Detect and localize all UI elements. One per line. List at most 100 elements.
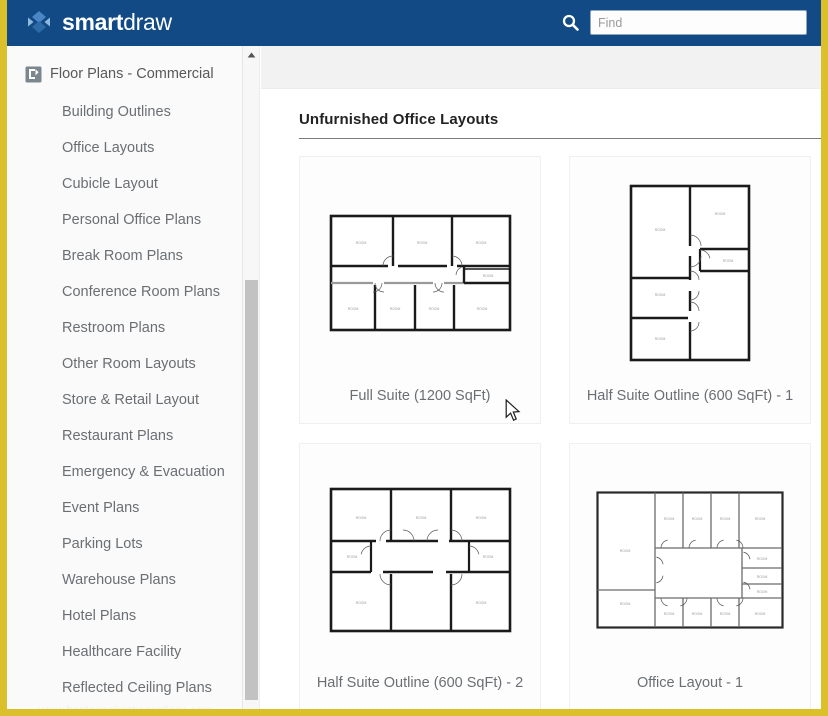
search-area: [562, 10, 807, 35]
sidebar-item[interactable]: Restroom Plans: [7, 310, 242, 346]
sidebar-item-label: Break Room Plans: [62, 248, 183, 264]
svg-text:ROOM: ROOM: [355, 601, 366, 605]
category-sidebar: Floor Plans - Commercial Building Outlin…: [7, 46, 243, 709]
svg-text:ROOM: ROOM: [346, 555, 357, 559]
sidebar-item-label: Store & Retail Layout: [62, 392, 200, 408]
content-toolbar: [261, 46, 821, 89]
sidebar-item-label: Other Room Layouts: [62, 356, 196, 372]
svg-text:ROOM: ROOM: [757, 575, 768, 579]
svg-text:ROOM: ROOM: [757, 557, 768, 561]
search-input[interactable]: [590, 10, 807, 35]
sidebar-item[interactable]: Office Layouts: [7, 130, 242, 166]
template-card-label: Half Suite Outline (600 SqFt) - 2: [316, 675, 524, 691]
brand-wordmark: smartdraw: [62, 8, 172, 36]
svg-text:ROOM: ROOM: [720, 517, 731, 521]
sidebar-scrollbar-thumb[interactable]: [245, 280, 258, 700]
template-card[interactable]: ROOM ROOM ROOM ROOM ROOM ROOM ROOM Half Suite O…: [299, 443, 541, 709]
brand-wordmark-light: draw: [123, 9, 172, 35]
sidebar-item-label: Restroom Plans: [62, 320, 166, 336]
svg-text:ROOM: ROOM: [723, 259, 734, 263]
template-card[interactable]: ROOM ROOM ROOM ROOM ROOM ROOM ROOM ROOM ROOM ROOM…: [569, 443, 811, 709]
main-content: Unfurnished Office Layouts ROOM ROOM ROOM R…: [261, 46, 821, 709]
sidebar-item[interactable]: Store & Retail Layout: [7, 382, 242, 418]
template-card-label: Office Layout - 1: [636, 675, 744, 691]
svg-text:ROOM: ROOM: [620, 549, 631, 553]
sidebar-item[interactable]: Break Room Plans: [7, 238, 242, 274]
sidebar-item[interactable]: Restaurant Plans: [7, 418, 242, 454]
svg-text:ROOM: ROOM: [655, 293, 666, 297]
floorplan-office-layout-1-icon: ROOM ROOM ROOM ROOM ROOM ROOM ROOM ROOM ROOM ROOM…: [570, 444, 810, 675]
svg-text:ROOM: ROOM: [692, 517, 703, 521]
sidebar-item[interactable]: Emergency & Evacuation: [7, 454, 242, 490]
template-grid: ROOM ROOM ROOM ROOM ROOM ROOM ROOM ROOM Full Sui…: [299, 156, 821, 709]
svg-text:ROOM: ROOM: [620, 602, 631, 606]
svg-text:ROOM: ROOM: [428, 307, 439, 311]
svg-text:ROOM: ROOM: [475, 516, 486, 520]
brand-wordmark-bold: smart: [62, 9, 124, 35]
sidebar-item[interactable]: Conference Room Plans: [7, 274, 242, 310]
sidebar-item[interactable]: Event Plans: [7, 490, 242, 526]
sidebar-root-category[interactable]: Floor Plans - Commercial: [7, 46, 242, 88]
svg-text:ROOM: ROOM: [355, 516, 366, 520]
sidebar-item[interactable]: Personal Office Plans: [7, 202, 242, 238]
sidebar-item[interactable]: Parking Lots: [7, 526, 242, 562]
search-icon[interactable]: [562, 14, 579, 31]
sidebar-item[interactable]: Reflected Ceiling Plans: [7, 670, 242, 706]
sidebar-item-label: Conference Room Plans: [62, 284, 220, 300]
svg-text:ROOM: ROOM: [715, 212, 726, 216]
sidebar-item[interactable]: Cubicle Layout: [7, 166, 242, 202]
svg-text:ROOM: ROOM: [720, 612, 731, 616]
svg-text:ROOM: ROOM: [476, 307, 487, 311]
smartdraw-diamond-logo-icon: [28, 11, 50, 33]
svg-text:ROOM: ROOM: [664, 612, 675, 616]
app-header: smartdraw: [7, 0, 821, 46]
sidebar-scrollbar[interactable]: [243, 46, 260, 709]
sidebar-item[interactable]: Hotel Plans: [7, 598, 242, 634]
svg-text:ROOM: ROOM: [482, 555, 493, 559]
scroll-up-arrow-icon[interactable]: [243, 46, 259, 63]
svg-text:ROOM: ROOM: [692, 612, 703, 616]
svg-text:ROOM: ROOM: [755, 517, 766, 521]
sidebar-item[interactable]: Other Room Layouts: [7, 346, 242, 382]
section-divider: [299, 138, 821, 139]
sidebar-root-label: Floor Plans - Commercial: [50, 66, 214, 82]
svg-text:ROOM: ROOM: [655, 337, 666, 341]
template-card-label: Half Suite Outline (600 SqFt) - 1: [586, 388, 794, 404]
floor-plan-folder-icon: [25, 66, 42, 82]
svg-text:ROOM: ROOM: [655, 228, 666, 232]
sidebar-item-label: Personal Office Plans: [62, 212, 202, 228]
svg-text:ROOM: ROOM: [389, 307, 400, 311]
sidebar-item-list: Building Outlines Office Layouts Cubicle L…: [7, 88, 242, 706]
floorplan-half-suite-1-icon: ROOM ROOM ROOM ROOM ROOM: [570, 157, 810, 388]
sidebar-item-label: Healthcare Facility: [62, 644, 182, 660]
sidebar-item[interactable]: Building Outlines: [7, 94, 242, 130]
sidebar-item-label: Warehouse Plans: [62, 572, 176, 588]
sidebar-item-label: Building Outlines: [62, 104, 171, 120]
template-card[interactable]: ROOM ROOM ROOM ROOM ROOM ROOM ROOM ROOM Full Sui…: [299, 156, 541, 424]
sidebar-item-label: Hotel Plans: [62, 608, 137, 624]
sidebar-item-label: Emergency & Evacuation: [62, 464, 225, 480]
sidebar-item-label: Parking Lots: [62, 536, 143, 552]
brand-logo[interactable]: smartdraw: [25, 8, 172, 36]
svg-text:ROOM: ROOM: [415, 516, 426, 520]
sidebar-item-label: Cubicle Layout: [62, 176, 158, 192]
svg-text:ROOM: ROOM: [416, 241, 427, 245]
sidebar-item[interactable]: Warehouse Plans: [7, 562, 242, 598]
svg-text:ROOM: ROOM: [347, 307, 358, 311]
sidebar-item-label: Reflected Ceiling Plans: [62, 680, 212, 696]
template-card[interactable]: ROOM ROOM ROOM ROOM ROOM Half Suite Outline (…: [569, 156, 811, 424]
floorplan-full-suite-icon: ROOM ROOM ROOM ROOM ROOM ROOM ROOM ROOM: [300, 157, 540, 388]
template-card-label: Full Suite (1200 SqFt): [349, 388, 491, 404]
template-section: Unfurnished Office Layouts ROOM ROOM ROOM R…: [261, 89, 821, 709]
svg-text:ROOM: ROOM: [475, 241, 486, 245]
svg-text:ROOM: ROOM: [355, 241, 366, 245]
page-frame: smartdraw Floor Plans - Commercial Build…: [0, 0, 828, 716]
svg-text:ROOM: ROOM: [482, 274, 493, 278]
section-title: Unfurnished Office Layouts: [299, 111, 499, 128]
svg-text:ROOM: ROOM: [755, 612, 766, 616]
sidebar-item[interactable]: Healthcare Facility: [7, 634, 242, 670]
sidebar-item-label: Event Plans: [62, 500, 140, 516]
smartdraw-app: smartdraw Floor Plans - Commercial Build…: [7, 0, 821, 709]
svg-text:ROOM: ROOM: [757, 590, 768, 594]
floorplan-half-suite-2-icon: ROOM ROOM ROOM ROOM ROOM ROOM ROOM: [300, 444, 540, 675]
